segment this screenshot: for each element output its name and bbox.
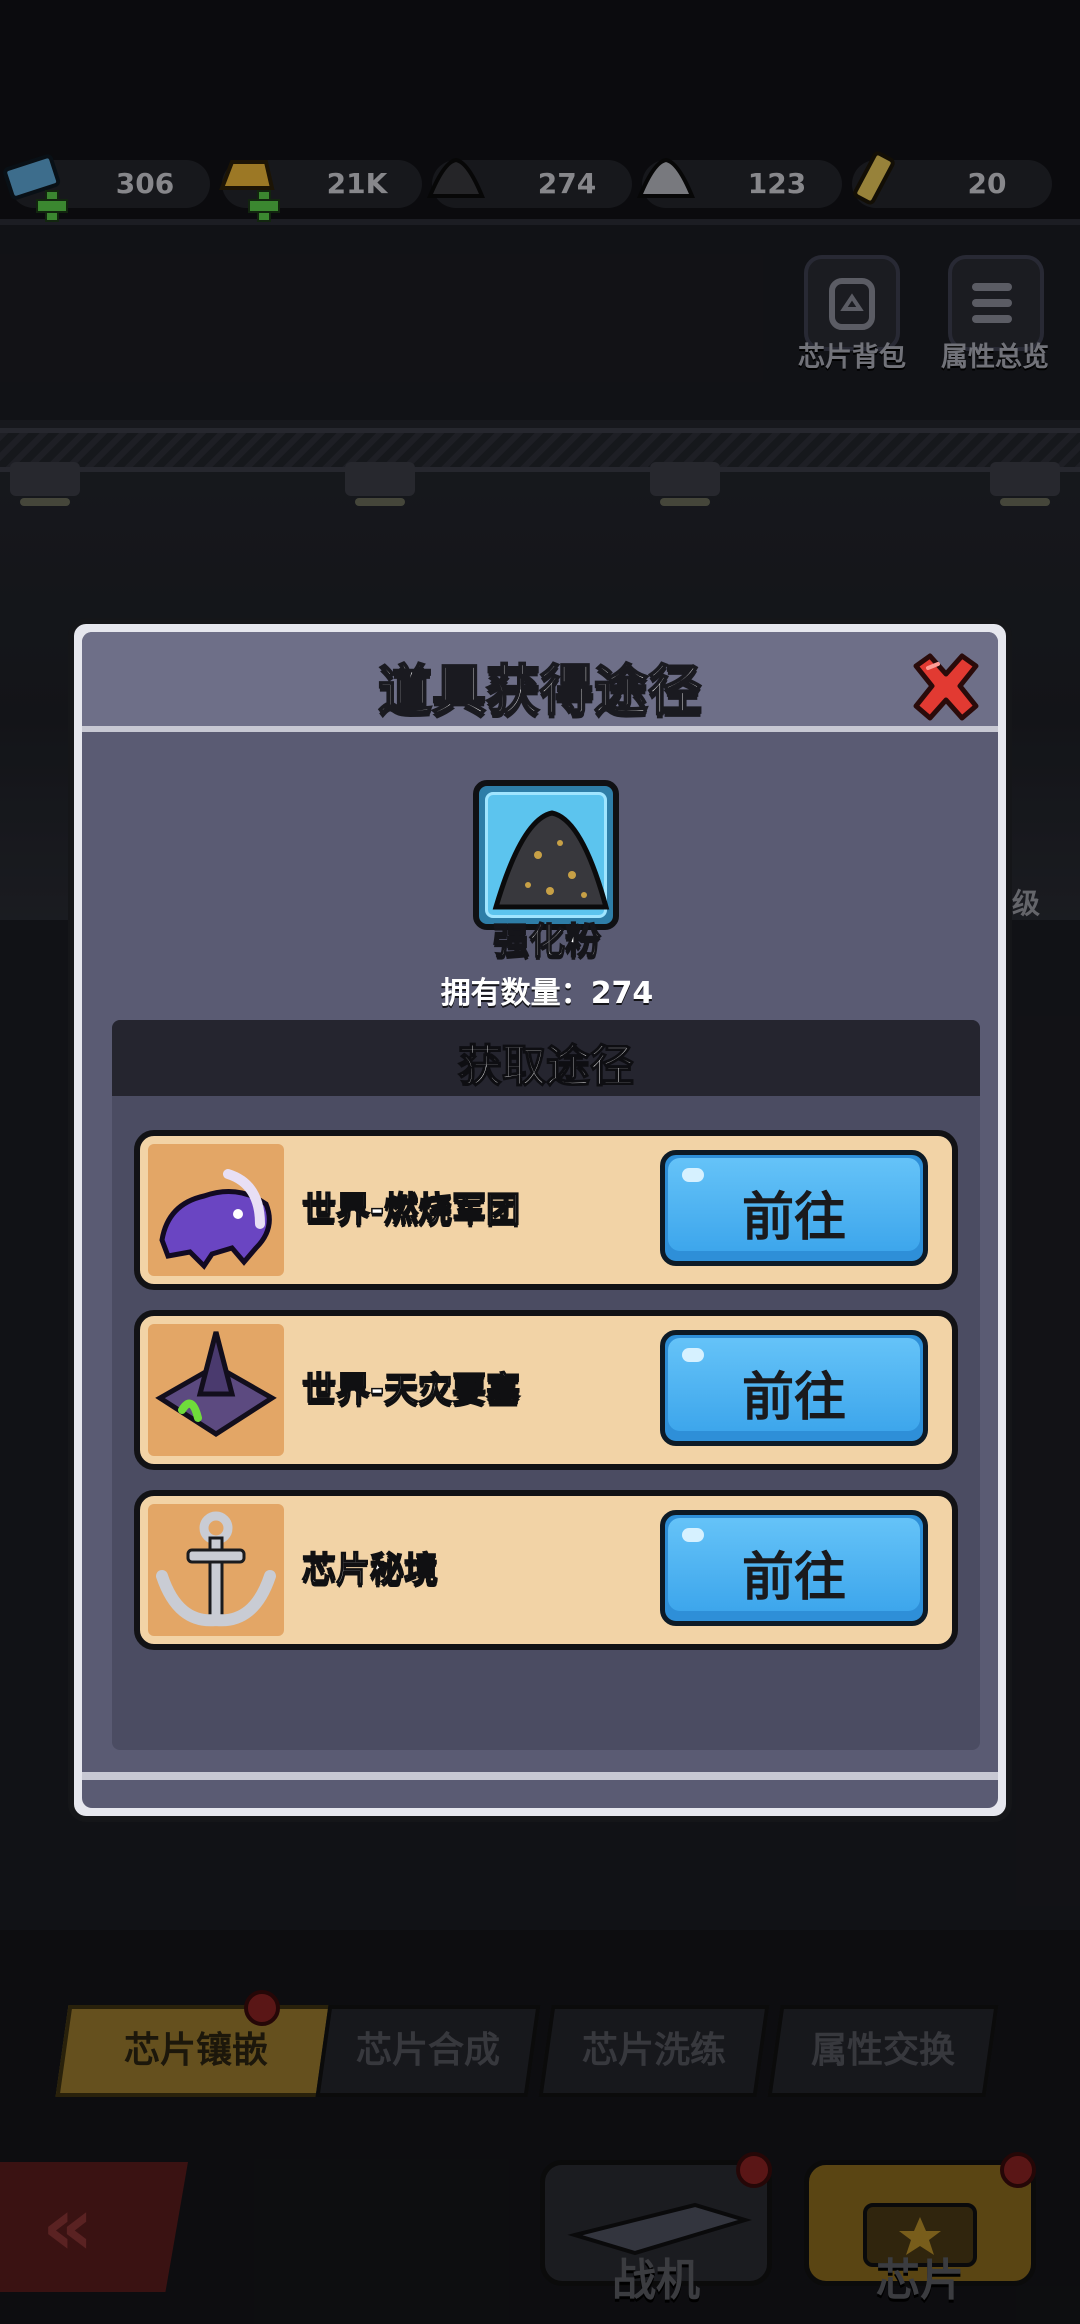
powder-pile-icon <box>492 810 610 910</box>
item-count: 拥有数量：274 <box>282 968 812 1012</box>
row-label: 世界-天灾要塞 <box>301 1369 521 1411</box>
item-count-label: 拥有数量： <box>440 976 591 1011</box>
anchor-icon <box>156 1511 276 1627</box>
go-button[interactable]: 前往 <box>660 1330 928 1446</box>
go-button[interactable]: 前往 <box>660 1510 928 1626</box>
item-source-dialog: 道具获得途径 强化粉 拥有数量：274 获取途径 世界-燃烧军团 前往 世界-天… <box>68 618 1012 1822</box>
go-button-label: 前往 <box>741 1548 846 1608</box>
dialog-title: 道具获得途径 <box>377 658 703 723</box>
acquisition-panel: 获取途径 世界-燃烧军团 前往 世界-天灾要塞 前往 芯片秘境 前往 <box>112 1020 980 1750</box>
acquisition-row: 世界-天灾要塞 前往 <box>134 1310 958 1470</box>
row-thumbnail <box>148 1504 284 1636</box>
go-button-label: 前往 <box>741 1368 846 1428</box>
row-thumbnail <box>148 1324 284 1456</box>
item-name: 强化粉 <box>492 920 602 963</box>
go-button[interactable]: 前往 <box>660 1150 928 1266</box>
item-icon-frame <box>473 780 619 930</box>
row-thumbnail <box>148 1144 284 1276</box>
row-label: 世界-燃烧军团 <box>301 1189 521 1231</box>
acquisition-row: 芯片秘境 前往 <box>134 1490 958 1650</box>
acquisition-row: 世界-燃烧军团 前往 <box>134 1130 958 1290</box>
item-count-value: 274 <box>590 976 654 1011</box>
acquisition-header: 获取途径 <box>112 1020 980 1096</box>
dialog-body: 道具获得途径 强化粉 拥有数量：274 获取途径 世界-燃烧军团 前往 世界-天… <box>82 632 998 1808</box>
acquisition-title: 获取途径 <box>457 1040 635 1093</box>
close-icon[interactable] <box>908 652 984 722</box>
purple-dinosaur-icon <box>159 1169 272 1270</box>
dialog-footer-divider <box>82 1772 998 1780</box>
item-icon-background <box>485 792 610 918</box>
dialog-header: 道具获得途径 <box>82 632 998 732</box>
go-button-label: 前往 <box>741 1188 846 1248</box>
row-label: 芯片秘境 <box>301 1549 439 1591</box>
fortress-icon <box>155 1331 277 1437</box>
